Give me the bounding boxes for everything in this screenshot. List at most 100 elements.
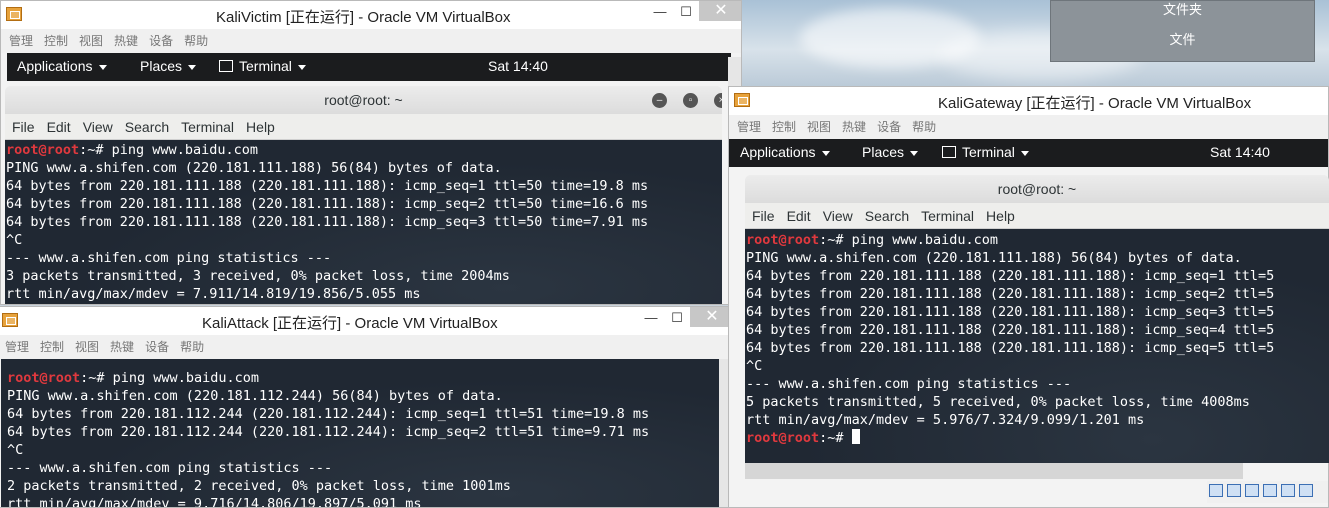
menu-item-help[interactable]: 帮助 <box>184 29 208 53</box>
menu-view[interactable]: View <box>83 114 113 140</box>
close-icon[interactable]: × <box>714 93 722 108</box>
clock: Sat 14:40 <box>488 58 548 74</box>
terminal-line: rtt min/avg/max/mdev = 7.911/14.819/19.8… <box>6 286 421 302</box>
places-menu[interactable]: Places <box>862 144 919 160</box>
menu-item-help[interactable]: 帮助 <box>912 115 936 139</box>
hdd-icon[interactable] <box>1209 484 1223 497</box>
close-button[interactable]: ✕ <box>699 1 741 21</box>
vbox-titlebar[interactable]: KaliGateway [正在运行] - Oracle VM VirtualBo… <box>729 87 1328 115</box>
terminal-line: 64 bytes from 220.181.111.188 (220.181.1… <box>6 178 649 194</box>
menu-terminal[interactable]: Terminal <box>181 114 234 140</box>
minimize-icon[interactable]: – <box>652 93 667 108</box>
terminal-line: 5 packets transmitted, 5 received, 0% pa… <box>746 394 1250 410</box>
menu-search[interactable]: Search <box>125 114 169 140</box>
terminal-icon <box>219 60 233 72</box>
terminal-icon <box>942 146 956 158</box>
menu-search[interactable]: Search <box>865 203 909 229</box>
terminal-line: 3 packets transmitted, 3 received, 0% pa… <box>6 268 510 284</box>
terminal-line: ^C <box>746 358 763 374</box>
terminal-titlebar[interactable]: root@root: ~ – ▫ × <box>5 86 722 114</box>
terminal-titlebar[interactable]: root@root: ~ <box>745 175 1329 203</box>
terminal-line: PING www.a.shifen.com (220.181.111.188) … <box>6 160 502 176</box>
command-text: :~# <box>819 430 852 446</box>
command-text: :~# ping www.baidu.com <box>79 142 258 158</box>
network-icon[interactable] <box>1299 484 1313 497</box>
maximize-icon[interactable]: ▫ <box>683 93 698 108</box>
menu-item-help[interactable]: 帮助 <box>180 335 204 359</box>
clock: Sat 14:40 <box>1210 144 1270 160</box>
minimize-button[interactable]: — <box>640 309 662 327</box>
terminal-title: root@root: ~ <box>997 181 1077 197</box>
terminal-menu[interactable]: Terminal <box>942 144 1029 160</box>
menu-item-control[interactable]: 控制 <box>44 29 68 53</box>
maximize-button[interactable]: ☐ <box>675 3 697 21</box>
horizontal-scrollbar[interactable] <box>745 463 1243 479</box>
menu-item-hotkey[interactable]: 热键 <box>110 335 134 359</box>
display-icon[interactable] <box>1281 484 1295 497</box>
terminal-line: 64 bytes from 220.181.111.188 (220.181.1… <box>6 196 649 212</box>
terminal-line: root@root:~# ping www.baidu.com <box>745 231 1329 249</box>
menu-terminal[interactable]: Terminal <box>921 203 974 229</box>
menu-item-control[interactable]: 控制 <box>772 115 796 139</box>
applications-menu[interactable]: Applications <box>740 144 830 160</box>
menu-item-devices[interactable]: 设备 <box>877 115 901 139</box>
vbox-titlebar[interactable]: KaliAttack [正在运行] - Oracle VM VirtualBox… <box>0 307 735 335</box>
shell-prompt: root@root <box>746 232 820 248</box>
command-text: :~# ping www.baidu.com <box>80 370 259 386</box>
terminal-menu[interactable]: Terminal <box>219 58 306 74</box>
terminal-line: root@root:~# ping www.baidu.com <box>5 141 722 159</box>
shared-folder-icon[interactable] <box>1263 484 1277 497</box>
terminal-line: root@root:~# ping www.baidu.com <box>1 369 723 387</box>
virtualbox-icon <box>6 7 22 21</box>
virtualbox-icon <box>734 93 750 107</box>
terminal-line: 64 bytes from 220.181.112.244 (220.181.1… <box>7 406 650 422</box>
maximize-button[interactable]: ☐ <box>666 309 688 327</box>
menu-item-devices[interactable]: 设备 <box>149 29 173 53</box>
menu-edit[interactable]: Edit <box>47 114 71 140</box>
menu-item-manage[interactable]: 管理 <box>737 115 761 139</box>
folder-item[interactable]: 文件夹 <box>1051 1 1314 31</box>
menu-help[interactable]: Help <box>986 203 1015 229</box>
text-cursor <box>851 429 860 444</box>
minimize-button[interactable]: — <box>649 3 671 21</box>
terminal-line: ^C <box>6 232 23 248</box>
menu-item-view[interactable]: 视图 <box>807 115 831 139</box>
optical-drive-icon[interactable] <box>1227 484 1241 497</box>
terminal-menubar: File Edit View Search Terminal Help <box>745 203 1329 229</box>
menu-file[interactable]: File <box>752 203 775 229</box>
terminal-line: rtt min/avg/max/mdev = 5.976/7.324/9.099… <box>746 412 1145 428</box>
kali-top-panel: Applications Places Terminal Sat 14:40 <box>729 139 1328 167</box>
terminal-output[interactable]: root@root:~# ping www.baidu.com PING www.… <box>1 359 723 507</box>
menu-item-control[interactable]: 控制 <box>40 335 64 359</box>
applications-menu[interactable]: Applications <box>17 58 107 74</box>
desktop-folder-panel: 文件夹 文件 <box>1050 0 1315 62</box>
vbox-titlebar[interactable]: KaliVictim [正在运行] - Oracle VM VirtualBox… <box>1 1 741 29</box>
terminal-window-gateway: root@root: ~ File Edit View Search Terminal H… <box>745 175 1329 463</box>
terminal-line: --- www.a.shifen.com ping statistics --- <box>7 460 333 476</box>
vbox-window-attack: KaliAttack [正在运行] - Oracle VM VirtualBox… <box>0 306 736 508</box>
window-title: KaliGateway [正在运行] - Oracle VM VirtualBo… <box>938 95 1252 112</box>
terminal-menubar: File Edit View Search Terminal Help <box>5 114 722 140</box>
menu-item-hotkey[interactable]: 热键 <box>114 29 138 53</box>
menu-item-manage[interactable]: 管理 <box>9 29 33 53</box>
kali-top-panel: Applications Places Terminal Sat 14:40 <box>7 53 731 81</box>
menu-item-hotkey[interactable]: 热键 <box>842 115 866 139</box>
menu-edit[interactable]: Edit <box>787 203 811 229</box>
terminal-line: 64 bytes from 220.181.112.244 (220.181.1… <box>7 424 650 440</box>
menu-item-manage[interactable]: 管理 <box>5 335 29 359</box>
shell-prompt: root@root <box>746 430 820 446</box>
terminal-output[interactable]: root@root:~# ping www.baidu.com PING www.… <box>5 140 722 304</box>
virtualbox-icon <box>2 313 18 327</box>
places-menu[interactable]: Places <box>140 58 197 74</box>
menu-item-view[interactable]: 视图 <box>75 335 99 359</box>
terminal-output[interactable]: root@root:~# ping www.baidu.com PING www.… <box>745 229 1329 463</box>
menu-view[interactable]: View <box>823 203 853 229</box>
menu-file[interactable]: File <box>12 114 35 140</box>
terminal-line: 2 packets transmitted, 2 received, 0% pa… <box>7 478 511 494</box>
usb-icon[interactable] <box>1245 484 1259 497</box>
menu-item-devices[interactable]: 设备 <box>145 335 169 359</box>
folder-item[interactable]: 文件 <box>1051 31 1314 61</box>
menu-help[interactable]: Help <box>246 114 275 140</box>
menu-item-view[interactable]: 视图 <box>79 29 103 53</box>
status-tray <box>1207 481 1328 503</box>
